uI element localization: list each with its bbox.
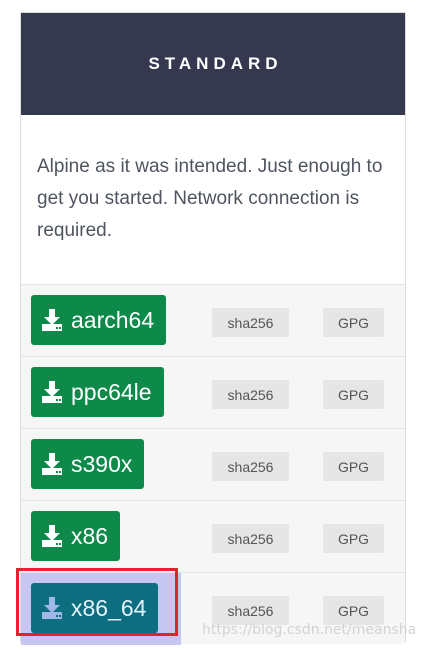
gpg-button-aarch64[interactable]: GPG <box>323 308 384 337</box>
download-row-aarch64: aarch64 sha256 GPG <box>21 284 405 356</box>
download-button-label: s390x <box>71 450 133 477</box>
download-icon <box>42 453 62 475</box>
sha256-button-x86_64[interactable]: sha256 <box>212 596 289 625</box>
download-button-label: ppc64le <box>71 378 152 405</box>
gpg-button-ppc64le[interactable]: GPG <box>323 380 384 409</box>
watermark: https://blog.csdn.net/meansha <box>202 622 417 638</box>
sha256-button-aarch64[interactable]: sha256 <box>212 308 289 337</box>
download-button-label: x86 <box>71 522 109 549</box>
download-button-s390x[interactable]: s390x <box>31 439 145 489</box>
download-icon <box>42 597 62 619</box>
download-button-ppc64le[interactable]: ppc64le <box>31 367 164 417</box>
download-button-label: x86_64 <box>71 594 147 621</box>
download-button-x86[interactable]: x86 <box>31 511 121 561</box>
gpg-button-x86[interactable]: GPG <box>323 524 384 553</box>
card-title: STANDARD <box>148 54 283 73</box>
card-header: STANDARD <box>21 13 405 115</box>
download-icon <box>42 525 62 547</box>
sha256-button-s390x[interactable]: sha256 <box>212 452 289 481</box>
download-icon <box>42 381 62 403</box>
gpg-button-x86_64[interactable]: GPG <box>323 596 384 625</box>
download-list: aarch64 sha256 GPG ppc64le sha256 GPG s3… <box>21 284 405 645</box>
download-button-x86_64[interactable]: x86_64 <box>31 583 159 633</box>
download-row-s390x: s390x sha256 GPG <box>21 428 405 500</box>
card-description: Alpine as it was intended. Just enough t… <box>37 156 383 241</box>
download-button-aarch64[interactable]: aarch64 <box>31 295 167 345</box>
page: STANDARD Alpine as it was intended. Just… <box>0 0 422 650</box>
gpg-button-s390x[interactable]: GPG <box>323 452 384 481</box>
sha256-button-x86[interactable]: sha256 <box>212 524 289 553</box>
download-row-x86: x86 sha256 GPG <box>21 500 405 572</box>
download-icon <box>42 309 62 331</box>
release-card: STANDARD Alpine as it was intended. Just… <box>20 12 406 645</box>
download-button-label: aarch64 <box>71 306 155 333</box>
download-row-ppc64le: ppc64le sha256 GPG <box>21 356 405 428</box>
sha256-button-ppc64le[interactable]: sha256 <box>212 380 289 409</box>
